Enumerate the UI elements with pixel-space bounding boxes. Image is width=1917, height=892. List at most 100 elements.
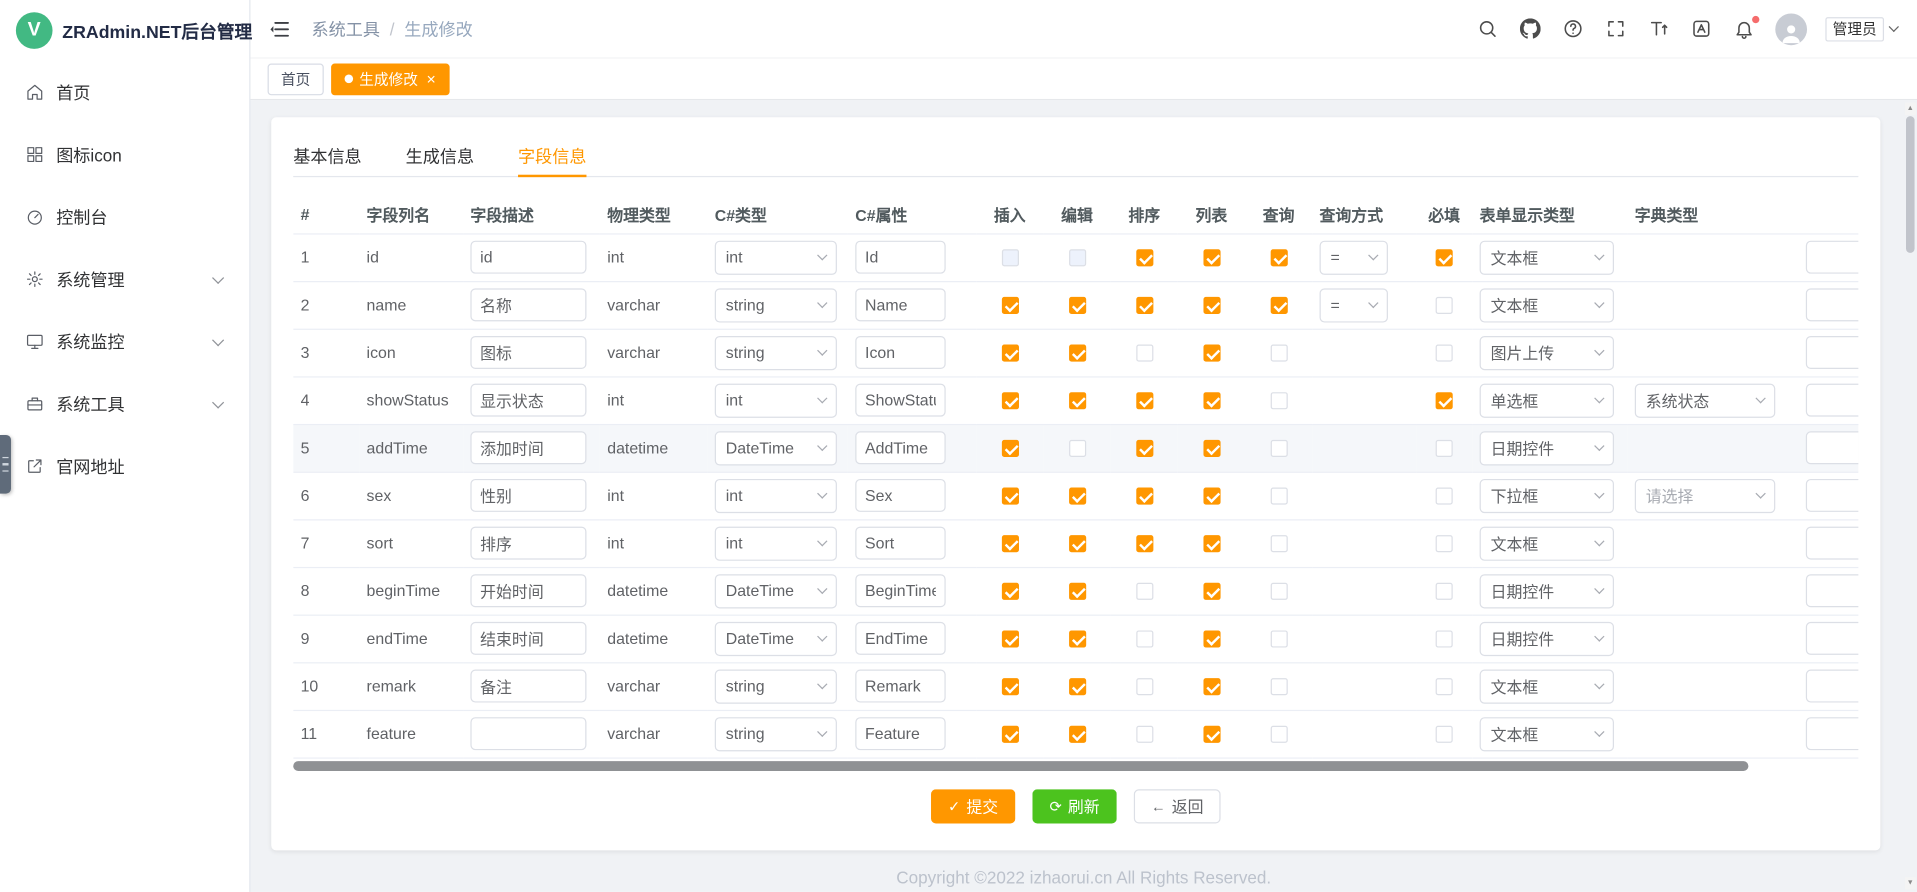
display-type-select[interactable]: 日期控件 xyxy=(1480,431,1614,465)
query-checkbox[interactable] xyxy=(1270,678,1287,695)
vertical-scrollbar-thumb[interactable] xyxy=(1906,116,1915,253)
required-checkbox[interactable] xyxy=(1436,440,1453,457)
required-checkbox[interactable] xyxy=(1436,678,1453,695)
extra-input[interactable] xyxy=(1806,670,1859,703)
query-checkbox[interactable] xyxy=(1270,250,1287,267)
extra-input[interactable] xyxy=(1806,574,1859,607)
sort-checkbox[interactable] xyxy=(1136,250,1153,267)
list-checkbox[interactable] xyxy=(1203,488,1220,505)
back-button[interactable]: ← 返回 xyxy=(1134,789,1221,823)
extra-input[interactable] xyxy=(1806,241,1859,274)
field-description-input[interactable] xyxy=(470,622,586,655)
user-avatar[interactable] xyxy=(1775,13,1807,45)
sort-checkbox[interactable] xyxy=(1136,535,1153,552)
field-description-input[interactable] xyxy=(470,288,586,321)
display-type-select[interactable]: 文本框 xyxy=(1480,669,1614,703)
query-checkbox[interactable] xyxy=(1270,535,1287,552)
sort-checkbox[interactable] xyxy=(1136,631,1153,648)
edit-checkbox[interactable] xyxy=(1068,393,1085,410)
list-checkbox[interactable] xyxy=(1203,250,1220,267)
list-checkbox[interactable] xyxy=(1203,297,1220,314)
csharp-type-select[interactable]: int xyxy=(715,478,837,512)
extra-input[interactable] xyxy=(1806,622,1859,655)
field-description-input[interactable] xyxy=(470,336,586,369)
sort-checkbox[interactable] xyxy=(1136,678,1153,695)
close-icon[interactable]: × xyxy=(426,71,435,87)
field-description-input[interactable] xyxy=(470,527,586,560)
list-checkbox[interactable] xyxy=(1203,726,1220,743)
sort-checkbox[interactable] xyxy=(1136,583,1153,600)
required-checkbox[interactable] xyxy=(1436,631,1453,648)
horizontal-scrollbar-thumb[interactable] xyxy=(293,761,1749,771)
query-checkbox[interactable] xyxy=(1270,393,1287,410)
display-type-select[interactable]: 文本框 xyxy=(1480,240,1614,274)
extra-input[interactable] xyxy=(1806,479,1859,512)
vertical-scrollbar[interactable]: ▲ ▼ xyxy=(1905,103,1916,890)
sidebar-item-system[interactable]: 系统管理 xyxy=(0,248,249,310)
display-type-select[interactable]: 日期控件 xyxy=(1480,574,1614,608)
list-checkbox[interactable] xyxy=(1203,678,1220,695)
tag-首页[interactable]: 首页 xyxy=(268,63,324,95)
extra-input[interactable] xyxy=(1806,527,1859,560)
extra-input[interactable] xyxy=(1806,384,1859,417)
display-type-select[interactable]: 文本框 xyxy=(1480,717,1614,751)
search-icon[interactable] xyxy=(1476,16,1500,40)
csharp-type-select[interactable]: DateTime xyxy=(715,621,837,655)
app-logo[interactable]: V ZRAdmin.NET后台管理 xyxy=(0,0,249,61)
required-checkbox[interactable] xyxy=(1436,488,1453,505)
extra-input[interactable] xyxy=(1806,431,1859,464)
query-checkbox[interactable] xyxy=(1270,345,1287,362)
sidebar-item-tools[interactable]: 系统工具 xyxy=(0,373,249,435)
list-checkbox[interactable] xyxy=(1203,393,1220,410)
field-description-input[interactable] xyxy=(470,241,586,274)
sidebar-item-console[interactable]: 控制台 xyxy=(0,186,249,248)
display-type-select[interactable]: 单选框 xyxy=(1480,383,1614,417)
display-type-select[interactable]: 下拉框 xyxy=(1480,478,1614,512)
query-checkbox[interactable] xyxy=(1270,488,1287,505)
list-checkbox[interactable] xyxy=(1203,535,1220,552)
insert-checkbox[interactable] xyxy=(1001,726,1018,743)
edit-checkbox[interactable] xyxy=(1068,250,1085,267)
insert-checkbox[interactable] xyxy=(1001,631,1018,648)
horizontal-scrollbar[interactable] xyxy=(293,761,1858,771)
refresh-button[interactable]: ⟳ 刷新 xyxy=(1032,789,1116,823)
tab-基本信息[interactable]: 基本信息 xyxy=(293,144,361,176)
tab-生成信息[interactable]: 生成信息 xyxy=(406,144,474,176)
insert-checkbox[interactable] xyxy=(1001,440,1018,457)
required-checkbox[interactable] xyxy=(1436,250,1453,267)
sort-checkbox[interactable] xyxy=(1136,488,1153,505)
extra-input[interactable] xyxy=(1806,288,1859,321)
query-checkbox[interactable] xyxy=(1270,726,1287,743)
dict-type-select[interactable]: 请选择 xyxy=(1635,478,1776,512)
required-checkbox[interactable] xyxy=(1436,297,1453,314)
edit-checkbox[interactable] xyxy=(1068,726,1085,743)
font-size-icon[interactable] xyxy=(1647,16,1671,40)
sort-checkbox[interactable] xyxy=(1136,440,1153,457)
user-menu[interactable]: 管理员 xyxy=(1825,16,1897,40)
help-icon[interactable] xyxy=(1561,16,1585,40)
csharp-property-input[interactable] xyxy=(855,527,945,560)
breadcrumb-item-parent[interactable]: 系统工具 xyxy=(312,16,380,40)
settings-drawer-handle-icon[interactable] xyxy=(0,435,11,494)
scroll-up-icon[interactable]: ▲ xyxy=(1905,103,1916,115)
csharp-type-select[interactable]: string xyxy=(715,288,837,322)
fullscreen-icon[interactable] xyxy=(1604,16,1628,40)
sidebar-item-monitor[interactable]: 系统监控 xyxy=(0,310,249,372)
csharp-property-input[interactable] xyxy=(855,241,945,274)
edit-checkbox[interactable] xyxy=(1068,631,1085,648)
csharp-property-input[interactable] xyxy=(855,384,945,417)
insert-checkbox[interactable] xyxy=(1001,535,1018,552)
sidebar-item-home[interactable]: 首页 xyxy=(0,61,249,123)
edit-checkbox[interactable] xyxy=(1068,488,1085,505)
list-checkbox[interactable] xyxy=(1203,345,1220,362)
required-checkbox[interactable] xyxy=(1436,393,1453,410)
query-checkbox[interactable] xyxy=(1270,297,1287,314)
field-description-input[interactable] xyxy=(470,384,586,417)
required-checkbox[interactable] xyxy=(1436,726,1453,743)
sort-checkbox[interactable] xyxy=(1136,345,1153,362)
edit-checkbox[interactable] xyxy=(1068,297,1085,314)
csharp-property-input[interactable] xyxy=(855,336,945,369)
csharp-type-select[interactable]: int xyxy=(715,240,837,274)
insert-checkbox[interactable] xyxy=(1001,345,1018,362)
csharp-type-select[interactable]: int xyxy=(715,383,837,417)
